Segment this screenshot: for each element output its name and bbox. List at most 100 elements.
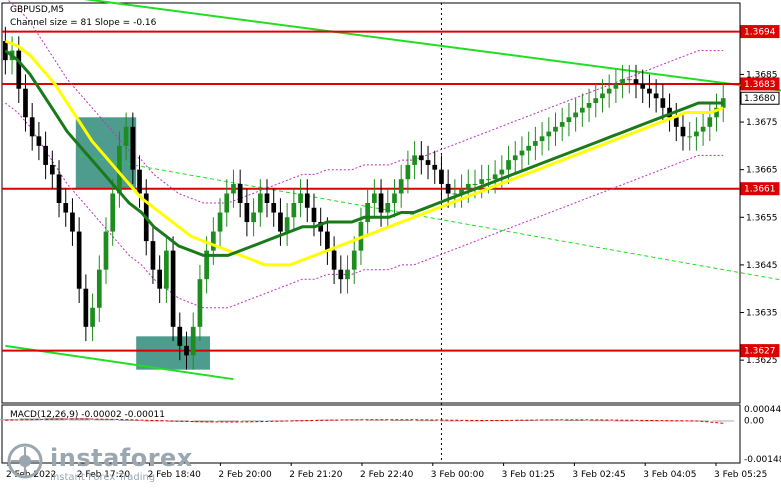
candle-body — [257, 193, 263, 213]
candle-body — [123, 126, 129, 146]
candle-body — [83, 288, 89, 327]
watermark-tagline: Instant Forex Trading — [50, 472, 156, 483]
candle-body — [284, 217, 290, 232]
candle-body — [278, 212, 283, 232]
candle-body — [224, 193, 230, 213]
candle-body — [264, 193, 270, 203]
y-tick-label-2: 1.3665 — [746, 166, 778, 176]
candle-body — [506, 160, 511, 170]
candle-body — [76, 231, 82, 289]
macd-bar — [712, 420, 734, 422]
candle-body — [573, 112, 578, 118]
watermark-logo: instaforex Instant Forex Trading — [6, 442, 196, 483]
candle-body — [687, 136, 693, 138]
candle-body — [472, 183, 478, 185]
candle-body — [640, 83, 646, 89]
candle-body — [680, 126, 686, 137]
x-tick-label-5: 2 Feb 22:40 — [360, 470, 414, 480]
candle-body — [96, 269, 102, 308]
candle-body — [130, 126, 136, 170]
candle-body — [425, 160, 431, 165]
forex-chart: 1.3685 1.3675 1.3665 1.3655 1.3645 1.3635 1.36… — [0, 0, 781, 489]
candle-body — [325, 231, 330, 251]
candle-body — [432, 164, 438, 170]
candle-body — [16, 50, 22, 89]
candle-body — [546, 131, 552, 137]
candle-body — [29, 117, 35, 137]
candle-body — [70, 212, 75, 232]
macd-y-tick-2: -0.00148 — [744, 455, 781, 465]
candle-body — [533, 141, 538, 146]
candle-body — [56, 174, 62, 203]
x-tick-label-3: 2 Feb 20:00 — [218, 470, 272, 480]
candle-body — [486, 179, 491, 181]
price-tag-label-2: 1.3680 — [744, 94, 776, 104]
y-tick-label-4: 1.3645 — [746, 261, 778, 271]
candle-body — [553, 126, 558, 132]
candle-body — [700, 126, 706, 132]
candle-body — [197, 279, 203, 327]
candle-body — [579, 107, 585, 113]
macd-y-tick-1: 0.00 — [744, 416, 764, 426]
candle-body — [90, 307, 95, 327]
candle-body — [526, 145, 532, 151]
candle-body — [304, 193, 310, 208]
price-tag-label-1: 1.3683 — [744, 80, 776, 90]
candle-body — [291, 203, 297, 218]
candle-body — [103, 231, 109, 270]
logo-icon — [7, 443, 43, 479]
candle-body — [586, 103, 592, 108]
price-tag-label-0: 1.3694 — [744, 28, 776, 38]
candle-body — [184, 345, 189, 356]
zone-box-1 — [136, 336, 210, 370]
candle-body — [398, 179, 404, 194]
x-tick-label-10: 3 Feb 05:25 — [714, 470, 767, 480]
y-tick-label-6: 1.3625 — [746, 356, 778, 366]
candle-body — [613, 83, 619, 89]
candle-body — [626, 79, 632, 81]
candle-body — [351, 250, 357, 270]
candle-body — [217, 212, 223, 232]
candle-body — [244, 203, 250, 223]
candle-body — [110, 193, 116, 232]
candle-body — [177, 326, 183, 346]
candle-body — [452, 193, 458, 195]
candle-body — [606, 88, 612, 94]
candle-body — [210, 231, 216, 251]
watermark-brand: instaforex — [50, 444, 193, 472]
candle-body — [418, 155, 424, 161]
instrument-label: GBPUSD,M5 — [10, 5, 65, 15]
candle-body — [365, 203, 370, 223]
candle-body — [237, 183, 243, 203]
candle-body — [23, 88, 28, 118]
price-tag-label-4: 1.3627 — [744, 347, 776, 357]
x-tick-label-7: 3 Feb 01:25 — [502, 470, 555, 480]
y-tick-label-1: 1.3675 — [746, 118, 778, 128]
x-tick-label-6: 3 Feb 00:00 — [431, 470, 485, 480]
macd-header-label: MACD(12,26,9) -0.00002 -0.00011 — [10, 410, 166, 420]
x-tick-label-9: 3 Feb 04:05 — [643, 470, 696, 480]
candle-body — [653, 93, 659, 99]
candle-body — [673, 117, 679, 127]
x-tick-label-4: 2 Feb 21:20 — [289, 470, 343, 480]
candle-body — [600, 93, 605, 99]
candle-body — [559, 122, 565, 127]
macd-y-tick-0: 0.00044 — [744, 405, 781, 415]
channel-info-label: Channel size = 81 Slope = -0.16 — [10, 18, 157, 28]
candle-body — [620, 79, 625, 84]
candle-body — [479, 179, 485, 184]
candle-body — [412, 155, 417, 165]
candle-body — [512, 155, 518, 161]
candle-body — [593, 98, 599, 103]
candle-body — [231, 183, 236, 194]
candle-body — [298, 193, 303, 203]
candle-body — [445, 183, 451, 194]
candle-body — [465, 183, 471, 189]
candle-body — [385, 203, 391, 213]
candle-body — [392, 193, 397, 203]
y-tick-label-5: 1.3635 — [746, 309, 778, 319]
candle-body — [137, 169, 142, 194]
candle-body — [405, 164, 411, 180]
candle-body — [170, 250, 176, 327]
candle-body — [492, 174, 498, 180]
